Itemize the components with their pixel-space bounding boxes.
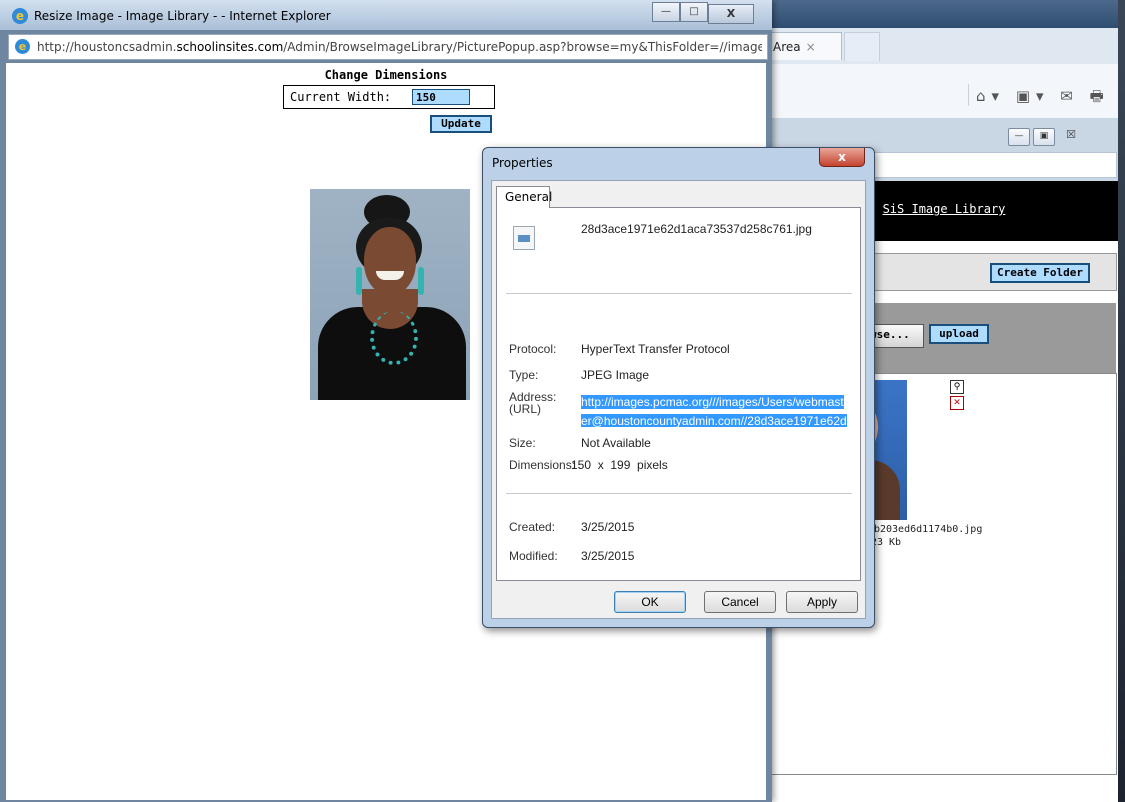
inner-minimize-button[interactable]: — (1008, 128, 1030, 146)
address-label: Address: (URL) (509, 391, 556, 415)
inner-maximize-button[interactable]: ▣ (1033, 128, 1055, 146)
update-button[interactable]: Update (430, 115, 492, 133)
delete-x-icon[interactable]: ✕ (950, 396, 964, 410)
size-value: Not Available (581, 436, 651, 450)
address-label-line2: (URL) (509, 402, 541, 416)
ok-button[interactable]: OK (614, 591, 686, 613)
size-label: Size: (509, 436, 536, 450)
created-value: 3/25/2015 (581, 520, 635, 534)
home-feeds-mail-print-icons[interactable]: ⌂▾ ▣▾ ✉ 🖶 (976, 86, 1110, 111)
photo-necklace (370, 311, 418, 365)
modified-label: Modified: (509, 549, 558, 563)
maximize-button[interactable]: □ (680, 2, 708, 22)
photo-earring-right (418, 267, 424, 295)
image-file-icon (513, 226, 535, 250)
width-input[interactable]: 150 (412, 89, 470, 105)
url-prefix: http://houstoncsadmin. (37, 40, 177, 54)
tab-close-icon[interactable]: × (806, 40, 816, 54)
inner-close-button[interactable]: ☒ (1058, 127, 1084, 143)
background-toolbar: 5 ⌂▾ ▣▾ ✉ 🖶 (740, 64, 1125, 118)
toolbar-separator (968, 84, 969, 106)
dimensions-value: 150 x 199 pixels (571, 458, 668, 472)
dimensions-label: Dimensions: (509, 458, 576, 472)
portrait-image-woman[interactable] (310, 189, 470, 400)
create-folder-button[interactable]: Create Folder (990, 263, 1090, 283)
type-label: Type: (509, 368, 539, 382)
url-domain: schoolinsites.com (176, 40, 284, 54)
photo-face (364, 227, 416, 295)
dialog-body: General 28d3ace1971e62d1aca73537d258c761… (491, 180, 866, 619)
browser-tab[interactable]: Area × (764, 32, 842, 60)
magnifier-icon[interactable]: ⚲ (950, 380, 964, 394)
divider (506, 493, 852, 494)
window-title: Resize Image - Image Library - - Interne… (34, 9, 331, 23)
popup-titlebar: e Resize Image - Image Library - - Inter… (0, 0, 772, 30)
close-button[interactable]: X (708, 4, 754, 24)
general-tab-page: 28d3ace1971e62d1aca73537d258c761.jpg Pro… (496, 207, 861, 581)
address-url: http://houstoncsadmin.schoolinsites.com/… (37, 40, 762, 54)
address-bar[interactable]: e http://houstoncsadmin.schoolinsites.co… (8, 34, 768, 60)
background-tab-strip: Area × (740, 28, 1125, 65)
current-width-label: Current Width: (290, 90, 392, 104)
change-dimensions-title: Change Dimensions (324, 68, 448, 82)
url-path: /Admin/BrowseImageLibrary/PicturePopup.a… (283, 40, 762, 54)
new-tab-button[interactable] (844, 32, 880, 61)
divider (506, 293, 852, 294)
upload-button[interactable]: upload (929, 324, 989, 344)
address-url-selected-text: http://images.pcmac.org///images/Users/w… (581, 395, 847, 427)
modified-value: 3/25/2015 (581, 549, 635, 563)
photo-earring-left (356, 267, 362, 295)
address-url-value[interactable]: http://images.pcmac.org///images/Users/w… (581, 391, 849, 427)
background-titlebar (740, 0, 1125, 28)
file-name: 28d3ace1971e62d1aca73537d258c761.jpg (581, 222, 812, 236)
dialog-title: Properties (492, 156, 553, 170)
apply-button[interactable]: Apply (786, 591, 858, 613)
tab-general[interactable]: General (496, 186, 552, 208)
image-file-icon-picture (518, 235, 530, 242)
inner-window-controls: — ▣ ☒ (1008, 123, 1084, 146)
protocol-value: HyperText Transfer Protocol (581, 342, 730, 356)
current-width-row: Current Width: 150 (283, 85, 495, 109)
minimize-button[interactable]: — (652, 2, 680, 22)
cancel-button[interactable]: Cancel (704, 591, 776, 613)
ie-page-icon: e (15, 39, 30, 54)
window-controls: — □ X (652, 2, 754, 24)
protocol-label: Protocol: (509, 342, 557, 356)
ie-logo-icon: e (12, 8, 28, 24)
browser-tab-label: Area (773, 40, 801, 54)
dialog-close-button[interactable]: x (819, 148, 865, 167)
created-label: Created: (509, 520, 556, 534)
type-value: JPEG Image (581, 368, 650, 382)
properties-dialog: Properties x General 28d3ace1971e62d1aca… (482, 147, 875, 628)
desktop-edge (1118, 0, 1125, 802)
